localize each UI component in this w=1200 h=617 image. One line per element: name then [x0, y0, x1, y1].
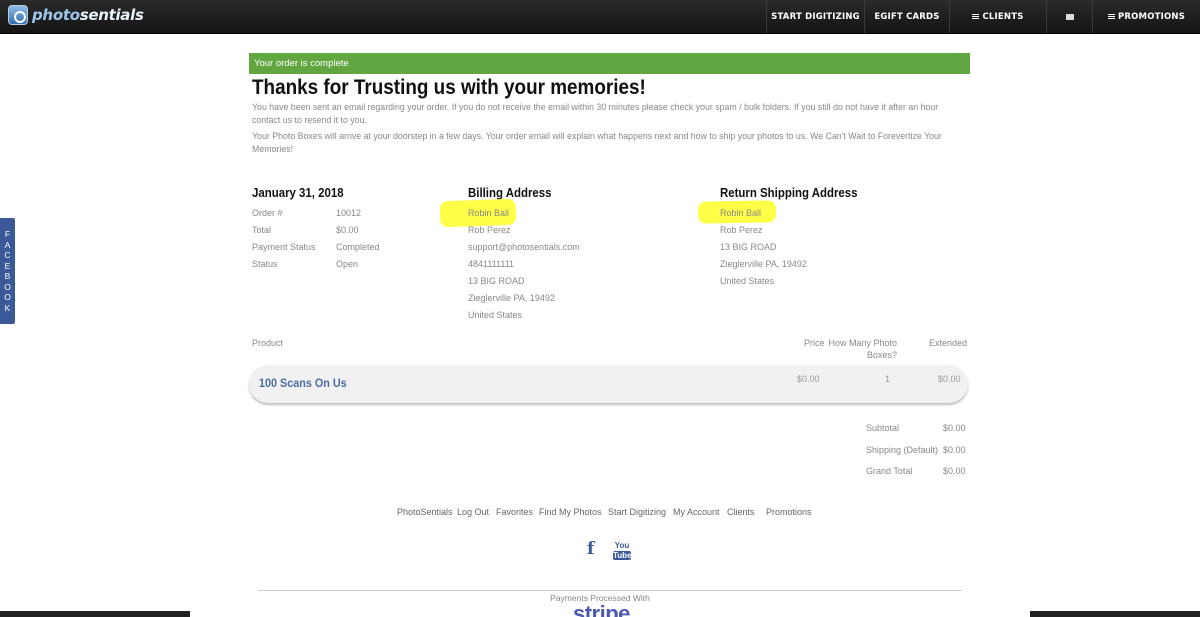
shipping-city: Zieglerville PA, 19492: [720, 259, 807, 269]
email-notice-text: You have been sent an email regarding yo…: [252, 102, 939, 125]
shipping-label: Shipping (Default): [866, 445, 939, 455]
facebook-tab-letter: A: [4, 239, 11, 250]
billing-country: United States: [468, 310, 523, 320]
subtotal-label: Subtotal: [866, 423, 900, 433]
logo-wordmark: photosentials: [32, 6, 144, 24]
mail-icon: [1065, 13, 1074, 20]
facebook-side-tab[interactable]: F A C E B O O K: [0, 218, 15, 324]
logo-suffix: sentials: [79, 6, 144, 24]
product-name-link[interactable]: 100 Scans On Us: [259, 376, 347, 390]
facebook-tab-letter: K: [4, 302, 11, 313]
billing-name: Robin Ball: [468, 208, 510, 218]
nav-promotions[interactable]: PROMOTIONS: [1092, 0, 1200, 33]
order-date: January 31, 2018: [252, 185, 344, 200]
menu-icon: [1107, 14, 1115, 19]
footer-divider: [258, 590, 962, 591]
order-complete-banner: Your order is complete: [249, 53, 970, 74]
footer-link-clients[interactable]: Clients: [727, 507, 755, 517]
main-nav: START DIGITIZING EGIFT CARDS CLIENTS PRO…: [766, 0, 1200, 33]
photosentials-logo[interactable]: photosentials: [8, 4, 144, 26]
facebook-tab-letter: O: [4, 292, 11, 302]
product-price: $0.00: [797, 374, 820, 384]
nav-egift-cards[interactable]: EGIFT CARDS: [864, 0, 949, 33]
footer-link-photosentials[interactable]: PhotoSentials: [397, 507, 453, 517]
facebook-tab-letter: E: [4, 260, 11, 271]
order-number-value: 10012: [336, 208, 362, 218]
quantity-column-header-line2: Boxes?: [866, 350, 897, 360]
menu-icon: [972, 14, 980, 19]
footer-link-my-account[interactable]: My Account: [673, 507, 720, 517]
bottom-edge-shade: [0, 611, 1200, 617]
payment-status-value: Completed: [336, 242, 380, 252]
facebook-tab-letter: F: [4, 229, 11, 239]
facebook-tab-letter: C: [4, 250, 11, 260]
camera-lens-icon: [8, 5, 28, 25]
shipping-address-title: Return Shipping Address: [720, 185, 858, 200]
payment-status-label: Payment Status: [252, 242, 316, 252]
facebook-icon[interactable]: f: [587, 541, 594, 558]
status-value: Open: [336, 259, 359, 269]
billing-city: Zieglerville PA, 19492: [468, 293, 555, 303]
nav-clients-label: CLIENTS: [982, 11, 1024, 22]
facebook-tab-letter: B: [4, 271, 11, 281]
youtube-tube-text: Tube: [613, 551, 632, 560]
billing-contact: Rob Perez: [468, 225, 511, 235]
billing-street: 13 BIG ROAD: [468, 276, 525, 286]
footer-link-start-digitizing[interactable]: Start Digitizing: [608, 507, 666, 517]
nav-promotions-label: PROMOTIONS: [1117, 11, 1186, 22]
nav-egift-cards-label: EGIFT CARDS: [874, 11, 940, 22]
nav-mail[interactable]: [1046, 0, 1092, 33]
footer-link-favorites[interactable]: Favorites: [496, 507, 533, 517]
billing-address-title: Billing Address: [468, 185, 552, 200]
shipping-contact: Rob Perez: [720, 225, 763, 235]
nav-start-digitizing-label: START DIGITIZING: [771, 11, 860, 22]
billing-phone: 4841111111: [468, 259, 515, 269]
footer-link-log-out[interactable]: Log Out: [457, 507, 489, 517]
product-quantity: 1: [885, 374, 891, 384]
photo-boxes-notice-text: Your Photo Boxes will arrive at your doo…: [252, 131, 942, 154]
price-column-header: Price: [804, 338, 825, 348]
order-total-value: $0.00: [336, 225, 359, 235]
product-extended: $0.00: [938, 374, 961, 384]
nav-clients[interactable]: CLIENTS: [949, 0, 1046, 33]
shipping-country: United States: [720, 276, 775, 286]
facebook-tab-letter: O: [4, 281, 11, 292]
order-total-label: Total: [252, 225, 272, 235]
top-navbar: photosentials START DIGITIZING EGIFT CAR…: [0, 0, 1200, 34]
subtotal-value: $0.00: [943, 423, 966, 433]
status-label: Status: [252, 259, 278, 269]
table-row: [249, 365, 968, 403]
billing-email: support@photosentials.com: [468, 242, 580, 252]
quantity-column-header-line1: How Many Photo: [828, 338, 897, 348]
grand-total-label: Grand Total: [866, 466, 913, 476]
page-title: Thanks for Trusting us with your memorie…: [252, 76, 646, 99]
extended-column-header: Extended: [929, 338, 968, 348]
footer-links: PhotoSentials Log Out Favorites Find My …: [0, 507, 1200, 519]
product-column-header: Product: [252, 338, 284, 348]
footer-link-find-my-photos[interactable]: Find My Photos: [539, 507, 602, 517]
shipping-street: 13 BIG ROAD: [720, 242, 777, 252]
logo-prefix: photo: [32, 6, 80, 24]
footer-link-promotions[interactable]: Promotions: [766, 507, 812, 517]
youtube-you-text: You: [614, 541, 630, 550]
youtube-icon[interactable]: You Tube: [613, 541, 632, 560]
shipping-value: $0.00: [943, 445, 966, 455]
nav-start-digitizing[interactable]: START DIGITIZING: [766, 0, 864, 33]
order-number-label: Order #: [252, 208, 283, 218]
shipping-name: Robin Ball: [720, 208, 762, 218]
grand-total-value: $0.00: [943, 466, 966, 476]
